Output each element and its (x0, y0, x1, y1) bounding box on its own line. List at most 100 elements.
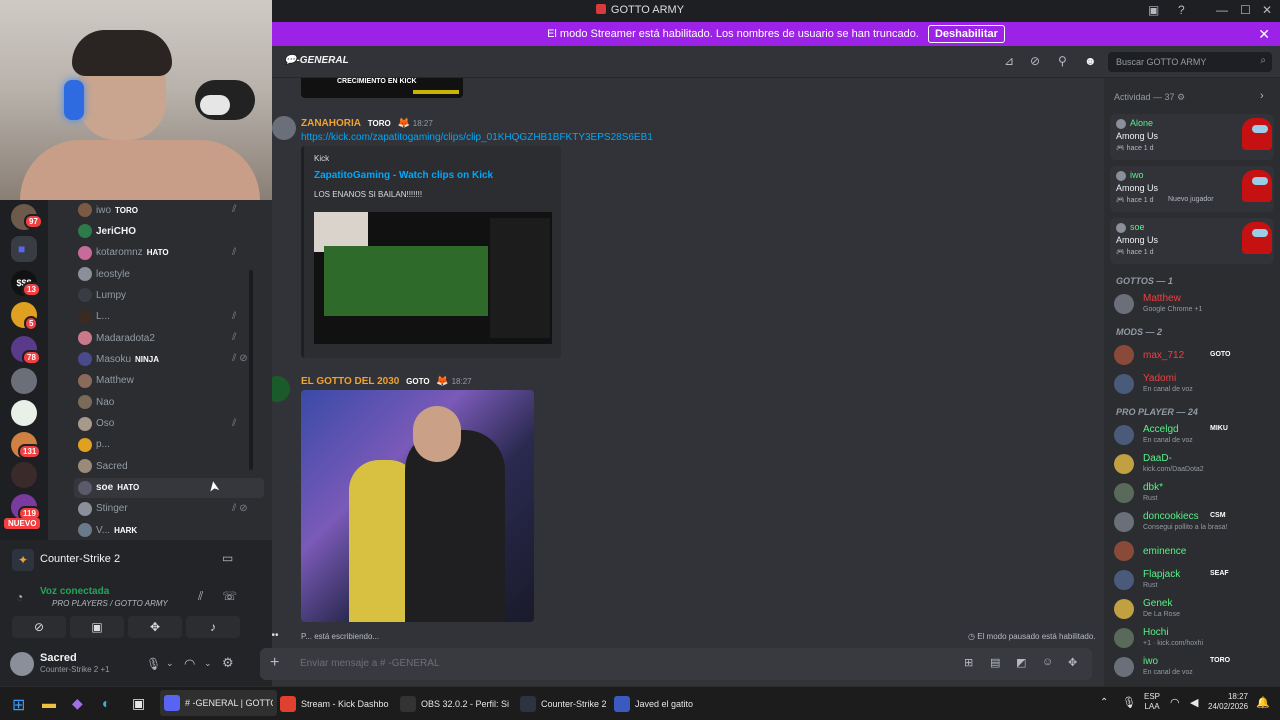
voice-member-10[interactable]: Oso (78, 414, 258, 434)
wifi-icon[interactable]: ◠ (1170, 696, 1180, 709)
server-item[interactable] (11, 400, 37, 426)
voice-member-12[interactable]: Sacred (78, 456, 258, 476)
activity-card[interactable]: Alone Among Us 🎮 hace 1 d (1110, 114, 1274, 160)
voice-member-11[interactable]: p... (78, 435, 258, 455)
voice-member-4[interactable]: Lumpy (78, 285, 258, 305)
mic-tray-icon[interactable]: 🎙 (1122, 696, 1136, 709)
member-row[interactable]: Flapjack SEAF Rust (1114, 568, 1274, 594)
maximize-icon[interactable]: ☐ (1240, 3, 1251, 17)
folder-icon[interactable]: ■ (11, 236, 37, 262)
member-row[interactable]: Matthew Google Chrome +1 (1114, 292, 1274, 318)
threads-icon[interactable]: ⊿ (1004, 54, 1014, 68)
microphone-icon[interactable]: 🎙 (146, 657, 161, 671)
member-row[interactable]: eminence (1114, 539, 1274, 565)
camera-button[interactable]: ⊘ (12, 616, 66, 638)
app-icon[interactable]: ◆ (72, 695, 83, 712)
embed-title[interactable]: ZapatitoGaming - Watch clips on Kick (314, 170, 493, 181)
member-row[interactable]: DaaD-kick.com/DaaDota2 (1114, 452, 1274, 478)
chevron-down-icon[interactable]: ⌄ (204, 658, 212, 669)
voice-member-5[interactable]: L... (78, 307, 258, 327)
date: 24/02/2026 (1208, 702, 1249, 711)
store-icon[interactable]: ▣ (132, 695, 145, 712)
taskbar-app[interactable]: # -GENERAL | GOTTO (160, 690, 277, 716)
voice-member-2[interactable]: kotaromnz HATO (78, 243, 258, 263)
language-indicator[interactable]: ESP LAA (1144, 692, 1160, 712)
member-row[interactable]: Yadomi En canal de voz (1114, 372, 1274, 398)
soundboard-button[interactable]: ♪ (186, 616, 240, 638)
help-icon[interactable]: ? (1178, 3, 1185, 17)
voice-member-15[interactable]: V... HARK (78, 520, 258, 540)
close-banner-icon[interactable]: ✕ (1258, 22, 1270, 46)
stream-icon[interactable]: ▭ (222, 551, 233, 565)
scrollbar[interactable] (249, 270, 253, 470)
file-explorer-icon[interactable]: ▬ (42, 695, 56, 711)
voice-member-7[interactable]: Masoku NINJA (78, 349, 258, 369)
close-icon[interactable]: ✕ (1262, 3, 1272, 17)
notification-bell-icon[interactable]: 🔔 (1256, 696, 1270, 709)
voice-member-1[interactable]: JeriCHO (78, 221, 258, 241)
volume-icon[interactable]: ◀ (1190, 696, 1198, 709)
avatar[interactable] (272, 376, 290, 402)
server-item[interactable] (11, 368, 37, 394)
message-image[interactable] (301, 390, 534, 622)
voice-member-0[interactable]: iwo TORO (78, 200, 258, 220)
message-author[interactable]: EL GOTTO DEL 2030 (301, 376, 399, 387)
avatar[interactable] (272, 116, 296, 140)
message-author[interactable]: ZANAHORIA (301, 118, 361, 129)
message-link[interactable]: https://kick.com/zapatitogaming/clips/cl… (301, 132, 653, 143)
server-item[interactable] (11, 462, 37, 488)
activity-card[interactable]: iwo Among Us 🎮 hace 1 d Nuevo jugador (1110, 166, 1274, 212)
member-row[interactable]: max_712 GOTO (1114, 343, 1274, 369)
activity-card[interactable]: soe Among Us 🎮 hace 1 d (1110, 218, 1274, 264)
voice-location[interactable]: PRO PLAYERS / GOTTO ARMY (52, 599, 168, 608)
taskbar-app[interactable]: Stream - Kick Dashboard (280, 695, 389, 713)
member-row[interactable]: doncookiecs CSM Consegui pollito a la bras… (1114, 510, 1274, 536)
screenshare-button[interactable]: ▣ (70, 616, 124, 638)
activities-button[interactable]: ✥ (128, 616, 182, 638)
apps-icon[interactable]: ✥ (1068, 656, 1077, 669)
voice-member-13[interactable]: soe HATO (74, 477, 264, 498)
inbox-icon[interactable]: ▣ (1148, 3, 1159, 17)
embed-thumbnail[interactable] (314, 212, 552, 344)
disconnect-icon[interactable]: ☏ (222, 589, 237, 603)
chevron-up-icon[interactable]: ⌃ (1100, 697, 1108, 708)
taskbar-app[interactable]: Javed el gatito (614, 695, 693, 713)
image-caption: CRECIMIENTO EN KICK (337, 78, 417, 85)
member-list-icon[interactable]: ☻ (1084, 54, 1097, 68)
notifications-icon[interactable]: ⊘ (1030, 54, 1040, 68)
pin-icon[interactable]: ⚲ (1058, 54, 1067, 68)
settings-gear-icon[interactable]: ⚙ (222, 655, 234, 671)
member-row[interactable]: Accelgd MIKU En canal de voz (1114, 423, 1274, 449)
minimize-icon[interactable]: — (1216, 3, 1228, 17)
taskbar-app-label: Javed el gatito (635, 699, 694, 709)
member-row[interactable]: iwo TORO En canal de voz (1114, 655, 1274, 681)
previous-image[interactable]: CRECIMIENTO EN KICK (301, 78, 463, 98)
voice-member-6[interactable]: Madaradota2 (78, 328, 258, 348)
composer-box[interactable]: + Enviar mensaje a # -GENERAL ⊞ ▤ ◩ ☺ ✥ (260, 648, 1092, 680)
edge-icon[interactable]: ◐ (102, 695, 110, 711)
windows-start-icon[interactable]: ⊞ (12, 695, 25, 715)
emoji-icon[interactable]: ☺ (1042, 656, 1053, 668)
composer-placeholder[interactable]: Enviar mensaje a # -GENERAL (300, 658, 440, 669)
member-row[interactable]: dbk* Rust (1114, 481, 1274, 507)
clock[interactable]: 18:27 24/02/2026 (1208, 692, 1248, 712)
search-input[interactable]: Buscar GOTTO ARMY ⌕ (1108, 52, 1272, 72)
gif-icon[interactable]: ▤ (990, 656, 1000, 669)
taskbar-app[interactable]: Counter-Strike 2 (520, 695, 607, 713)
sticker-icon[interactable]: ◩ (1016, 656, 1026, 669)
voice-member-9[interactable]: Nao (78, 392, 258, 412)
add-attachment-icon[interactable]: + (270, 654, 279, 672)
avatar[interactable] (10, 652, 34, 676)
voice-member-14[interactable]: Stinger (78, 499, 258, 519)
voice-member-3[interactable]: leostyle (78, 264, 258, 284)
disable-button[interactable]: Deshabilitar (927, 25, 1005, 43)
taskbar-app[interactable]: OBS 32.0.2 - Perfil: Sin T (400, 695, 509, 713)
chevron-down-icon[interactable]: ⌄ (166, 658, 174, 669)
headphones-icon[interactable]: ◠ (184, 656, 195, 672)
chevron-right-icon[interactable]: › (1260, 90, 1264, 102)
member-row[interactable]: Genek De La Rose (1114, 597, 1274, 623)
gift-icon[interactable]: ⊞ (964, 656, 973, 669)
member-row[interactable]: Hochi +1 · kick.com/hoxhi (1114, 626, 1274, 652)
noise-suppression-icon[interactable]: ⫽ (198, 589, 203, 604)
voice-member-8[interactable]: Matthew (78, 371, 258, 391)
